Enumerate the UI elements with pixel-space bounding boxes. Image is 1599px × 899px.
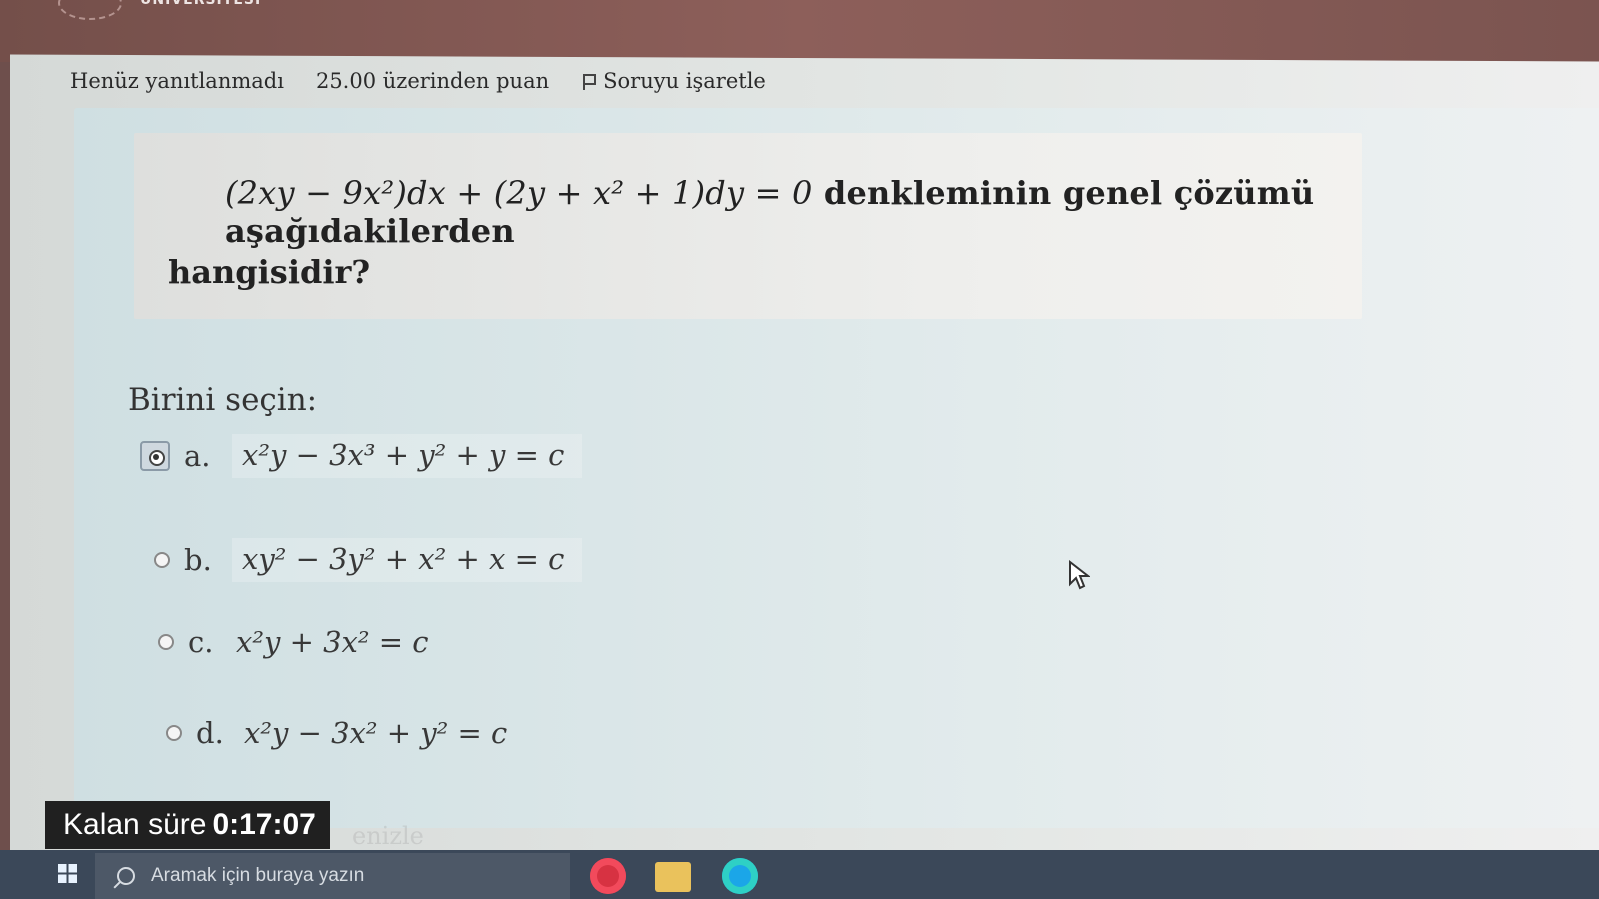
opera-icon[interactable]: [590, 858, 626, 894]
option-expression-c: x²y + 3x² = c: [236, 625, 429, 659]
remaining-time-value: 0:17:07: [212, 808, 316, 841]
windows-start-icon[interactable]: [58, 864, 77, 883]
question-equation: (2xy − 9x²)dx + (2y + x² + 1)dy = 0: [225, 174, 813, 212]
taskbar-search-input[interactable]: Aramak için buraya yazın: [95, 853, 570, 899]
radio-icon-b[interactable]: [154, 552, 170, 568]
question-score: 25.00 üzerinden puan: [315, 69, 550, 93]
radio-icon-c[interactable]: [158, 634, 174, 650]
selected-radio-icon[interactable]: [140, 441, 170, 471]
flag-icon: [581, 72, 597, 90]
search-icon: [117, 867, 135, 885]
folder-icon[interactable]: [655, 862, 691, 892]
option-letter-d: d.: [196, 716, 224, 750]
option-letter-b: b.: [184, 543, 212, 577]
answer-option-c[interactable]: c. x²y + 3x² = c: [158, 625, 429, 659]
mouse-cursor-icon: [1069, 560, 1090, 590]
question-line-2: hangisidir?: [168, 253, 371, 291]
flag-question-button[interactable]: Soruyu işaretle: [581, 69, 766, 93]
taskbar-search-placeholder: Aramak için buraya yazın: [151, 865, 365, 886]
answer-option-b[interactable]: b. xy² − 3y² + x² + x = c: [154, 538, 583, 582]
answer-option-a[interactable]: a. x²y − 3x³ + y² + y = c: [140, 434, 583, 478]
question-line-1: (2xy − 9x²)dx + (2y + x² + 1)dy = 0 denk…: [225, 174, 1599, 250]
answer-option-d[interactable]: d. x²y − 3x² + y² = c: [166, 716, 507, 750]
remaining-time: Kalan süre 0:17:07: [45, 801, 330, 849]
remaining-time-label: Kalan süre: [63, 808, 207, 841]
university-brand: UNIVERSITESI: [140, 0, 262, 8]
option-letter-a: a.: [184, 439, 211, 473]
question-info-bar: Henüz yanıtlanmadı 25.00 üzerinden puan …: [70, 64, 766, 98]
faded-background-text: enizle: [352, 822, 424, 850]
option-expression-d: x²y − 3x² + y² = c: [244, 716, 508, 750]
flag-question-label: Soruyu işaretle: [603, 69, 766, 93]
radio-icon-d[interactable]: [166, 725, 182, 741]
option-letter-c: c.: [188, 625, 214, 659]
option-expression-b: xy² − 3y² + x² + x = c: [232, 538, 583, 582]
edge-icon[interactable]: [722, 858, 758, 894]
question-status: Henüz yanıtlanmadı: [70, 69, 284, 93]
browser-top-bar: [0, 0, 1599, 62]
option-expression-a: x²y − 3x³ + y² + y = c: [232, 434, 583, 478]
answer-prompt: Birini seçin:: [128, 382, 318, 418]
